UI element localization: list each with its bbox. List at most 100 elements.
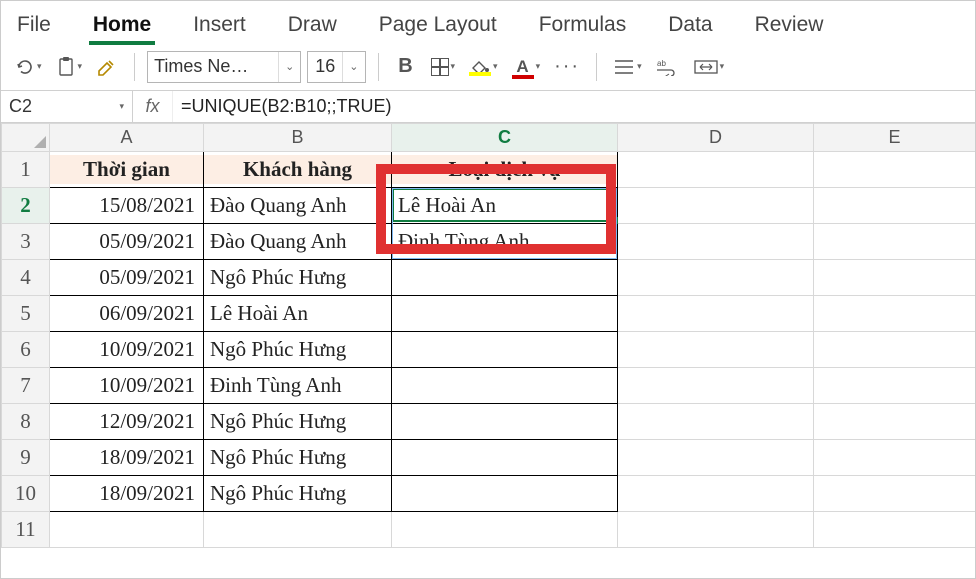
align-button[interactable]: ▾ (609, 51, 646, 83)
row-header[interactable]: 9 (2, 440, 50, 476)
cell[interactable] (814, 440, 976, 476)
font-size-select[interactable]: 16 ⌄ (307, 51, 365, 83)
cell[interactable] (392, 476, 618, 512)
row-header[interactable]: 6 (2, 332, 50, 368)
row-header[interactable]: 5 (2, 296, 50, 332)
cell[interactable] (814, 224, 976, 260)
borders-button[interactable]: ▾ (427, 51, 460, 83)
cell[interactable] (392, 368, 618, 404)
font-name-select[interactable]: Times Ne… ⌄ (147, 51, 301, 83)
cell[interactable] (204, 512, 392, 548)
row-header[interactable]: 11 (2, 512, 50, 548)
cell[interactable] (392, 260, 618, 296)
cell[interactable] (392, 512, 618, 548)
wrap-text-button[interactable]: ab (652, 51, 684, 83)
cell[interactable] (392, 296, 618, 332)
tab-file[interactable]: File (11, 9, 57, 43)
col-header-d[interactable]: D (618, 124, 814, 152)
font-color-button[interactable]: A ▾ (508, 51, 545, 83)
col-header-a[interactable]: A (50, 124, 204, 152)
cell[interactable]: 05/09/2021 (50, 224, 204, 260)
merge-button[interactable]: ▾ (690, 51, 729, 83)
cell[interactable] (618, 188, 814, 224)
cell[interactable] (814, 152, 976, 188)
row-header[interactable]: 1 (2, 152, 50, 188)
cell[interactable] (618, 296, 814, 332)
undo-button[interactable]: ▾ (11, 51, 46, 83)
cell[interactable]: 18/09/2021 (50, 440, 204, 476)
cell[interactable]: Lê Hoài An (392, 188, 618, 224)
row-header[interactable]: 2 (2, 188, 50, 224)
name-box[interactable]: C2 ▾ (1, 91, 133, 122)
cell[interactable] (814, 476, 976, 512)
cell[interactable] (814, 368, 976, 404)
cell[interactable] (618, 512, 814, 548)
cell[interactable]: 06/09/2021 (50, 296, 204, 332)
cell[interactable] (814, 332, 976, 368)
spreadsheet-grid[interactable]: A B C D E 1Thời gianKhách hàngLoại dịch … (1, 123, 975, 548)
cell[interactable]: Ngô Phúc Hưng (204, 260, 392, 296)
row-header[interactable]: 8 (2, 404, 50, 440)
bold-button[interactable]: B (391, 51, 421, 83)
cell[interactable]: 18/09/2021 (50, 476, 204, 512)
tab-data[interactable]: Data (662, 9, 718, 43)
row-header[interactable]: 4 (2, 260, 50, 296)
tab-insert[interactable]: Insert (187, 9, 252, 43)
cell[interactable]: Ngô Phúc Hưng (204, 332, 392, 368)
cell[interactable] (618, 440, 814, 476)
tab-formulas[interactable]: Formulas (533, 9, 633, 43)
cell[interactable]: Thời gian (50, 152, 204, 188)
cell[interactable] (814, 512, 976, 548)
cell[interactable]: Lê Hoài An (204, 296, 392, 332)
cell[interactable] (814, 404, 976, 440)
more-font-button[interactable]: ··· (550, 51, 584, 83)
fill-color-button[interactable]: ▾ (465, 51, 502, 83)
cell[interactable] (618, 332, 814, 368)
cell[interactable]: Đinh Tùng Anh (204, 368, 392, 404)
cell[interactable] (814, 188, 976, 224)
col-header-b[interactable]: B (204, 124, 392, 152)
cell[interactable]: 12/09/2021 (50, 404, 204, 440)
cell[interactable]: Ngô Phúc Hưng (204, 476, 392, 512)
cell[interactable]: 10/09/2021 (50, 368, 204, 404)
cell[interactable]: 05/09/2021 (50, 260, 204, 296)
fx-icon[interactable]: fx (133, 91, 173, 122)
tab-review[interactable]: Review (749, 9, 830, 43)
cell[interactable]: Đào Quang Anh (204, 224, 392, 260)
row-header[interactable]: 10 (2, 476, 50, 512)
format-painter-button[interactable] (92, 51, 122, 83)
cell[interactable]: 10/09/2021 (50, 332, 204, 368)
select-all-corner[interactable] (2, 124, 50, 152)
paste-button[interactable]: ▾ (52, 51, 87, 83)
col-header-c[interactable]: C (392, 124, 618, 152)
cell[interactable]: Ngô Phúc Hưng (204, 404, 392, 440)
cell[interactable] (392, 332, 618, 368)
tab-draw[interactable]: Draw (282, 9, 343, 43)
cell[interactable]: Loại dịch vụ (392, 152, 618, 188)
cell[interactable]: Đinh Tùng Anh (392, 224, 618, 260)
cell[interactable]: Khách hàng (204, 152, 392, 188)
cell[interactable] (50, 512, 204, 548)
tab-home[interactable]: Home (87, 9, 157, 43)
tab-page-layout[interactable]: Page Layout (373, 9, 503, 43)
cell[interactable] (618, 152, 814, 188)
chevron-down-icon: ▾ (637, 61, 642, 72)
formula-input[interactable]: =UNIQUE(B2:B10;;TRUE) (173, 91, 975, 122)
cell[interactable] (392, 404, 618, 440)
chevron-down-icon: ▾ (119, 101, 124, 112)
cell[interactable] (618, 368, 814, 404)
cell[interactable] (814, 260, 976, 296)
cell[interactable] (814, 296, 976, 332)
cell[interactable]: Đào Quang Anh (204, 188, 392, 224)
cell[interactable] (618, 224, 814, 260)
row-header[interactable]: 7 (2, 368, 50, 404)
cell[interactable]: Ngô Phúc Hưng (204, 440, 392, 476)
cell[interactable]: 15/08/2021 (50, 188, 204, 224)
cell[interactable] (392, 440, 618, 476)
col-header-e[interactable]: E (814, 124, 976, 152)
ribbon-toolbar: ▾ ▾ Times Ne… ⌄ 16 ⌄ B ▾ ▾ A ▾ ··· (1, 43, 975, 91)
cell[interactable] (618, 476, 814, 512)
cell[interactable] (618, 260, 814, 296)
cell[interactable] (618, 404, 814, 440)
row-header[interactable]: 3 (2, 224, 50, 260)
